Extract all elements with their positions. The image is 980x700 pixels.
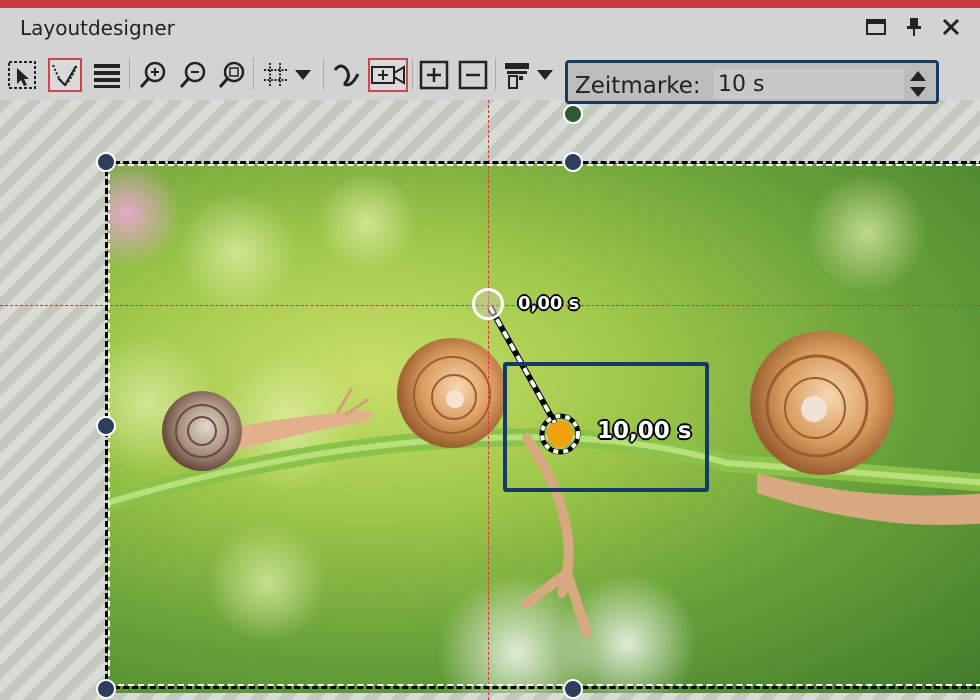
layoutdesigner-window: Layoutdesigner 0,00 s 10,00 s Zeitmarke:… [0,0,980,700]
toolbar-separator [495,58,496,90]
zeitmarke-label: Zeitmarke: [575,73,701,99]
motion-path-line [487,305,564,436]
add-keyframe-icon[interactable] [417,58,451,92]
window-title: Layoutdesigner [20,16,175,40]
accent-bar [0,0,980,8]
camera-pan-icon[interactable] [368,58,408,92]
keyframe-start-marker[interactable] [472,288,504,320]
pin-icon[interactable] [903,16,925,38]
close-icon[interactable] [940,16,962,38]
align-dropdown-chevron-icon[interactable] [535,58,555,92]
toolbar-separator [412,58,413,90]
spinner-arrows-icon[interactable] [908,69,928,99]
remove-keyframe-icon[interactable] [456,58,490,92]
zoom-fit-icon[interactable] [215,58,249,92]
zoom-out-icon[interactable] [176,58,210,92]
layers-icon[interactable] [90,58,124,92]
zeitmarke-spinner[interactable] [908,69,928,99]
title-bar: Layoutdesigner [0,8,980,48]
toolbar-separator [323,58,324,90]
toolbar-separator [253,58,254,90]
curve-path-icon[interactable] [329,58,363,92]
zeitmarke-control: Zeitmarke: [565,60,939,104]
zoom-in-icon[interactable] [136,58,170,92]
zeitmarke-input[interactable] [714,69,904,99]
grid-icon[interactable] [259,58,293,92]
keyframe-end-marker[interactable] [539,413,581,455]
maximize-icon[interactable] [865,16,887,38]
keyframe-end-dot [547,421,573,447]
motion-path-icon[interactable] [48,58,82,92]
keyframe-start-label: 0,00 s [518,293,580,314]
layout-canvas[interactable]: 0,00 s 10,00 s [0,100,980,700]
grid-dropdown-chevron-icon[interactable] [293,58,313,92]
select-mode-icon[interactable] [5,58,39,92]
toolbar-separator [129,58,130,90]
align-icon[interactable] [500,58,534,92]
keyframe-end-label: 10,00 s [597,418,692,444]
